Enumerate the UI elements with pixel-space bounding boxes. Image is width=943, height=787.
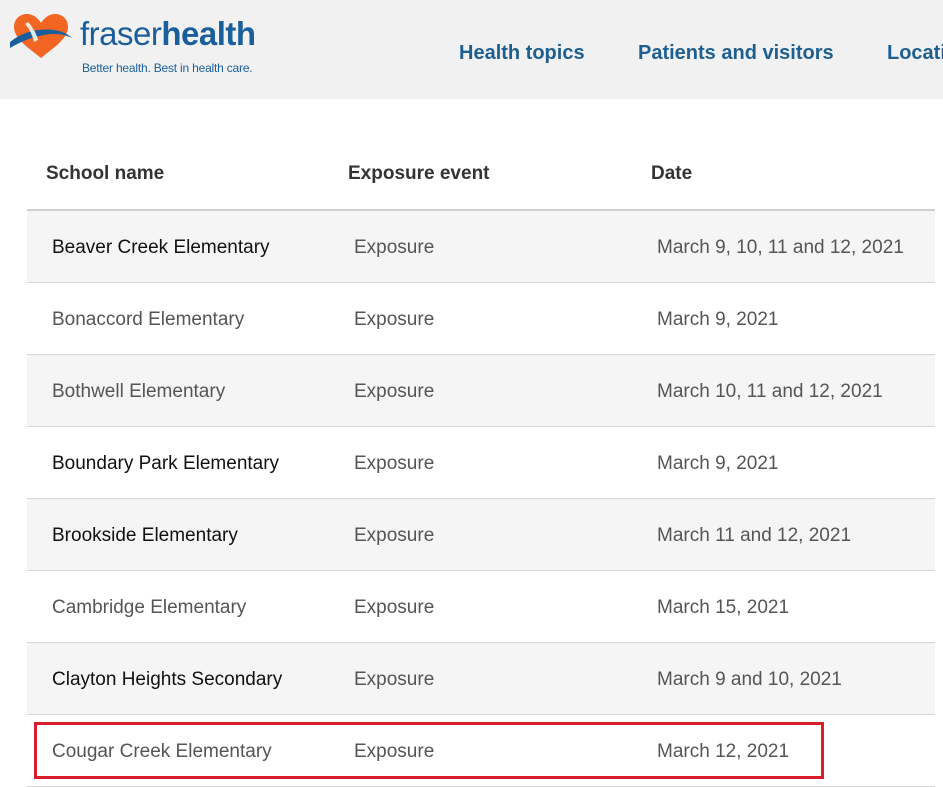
site-header: fraserhealth Better health. Best in heal…: [0, 0, 943, 99]
exposure-event-cell: Exposure: [354, 525, 435, 546]
table-header: School name Exposure event Date: [27, 136, 935, 211]
table-row: Cougar Creek Elementary Exposure March 1…: [27, 715, 935, 787]
table-row: Cambridge Elementary Exposure March 15, …: [27, 571, 935, 643]
school-name-cell: Bothwell Elementary: [52, 381, 226, 402]
fraserhealth-heart-logo-icon[interactable]: [8, 12, 74, 62]
brand-name[interactable]: fraserhealth: [80, 14, 256, 54]
school-name-cell: Clayton Heights Secondary: [52, 669, 283, 690]
exposure-event-cell: Exposure: [354, 453, 435, 474]
table-row: Beaver Creek Elementary Exposure March 9…: [27, 211, 935, 283]
exposure-event-cell: Exposure: [354, 381, 435, 402]
school-name-cell: Brookside Elementary: [52, 525, 238, 546]
date-cell: March 9, 10, 11 and 12, 2021: [657, 237, 904, 258]
exposure-event-cell: Exposure: [354, 669, 435, 690]
school-name-cell: Beaver Creek Elementary: [52, 237, 270, 258]
nav-health-topics[interactable]: Health topics: [459, 42, 585, 65]
school-exposures-table: School name Exposure event Date Beaver C…: [27, 136, 935, 787]
nav-patients-and-visitors[interactable]: Patients and visitors: [638, 42, 834, 65]
exposure-event-cell: Exposure: [354, 309, 435, 330]
column-header-date: Date: [651, 163, 693, 184]
table-row: Bonaccord Elementary Exposure March 9, 2…: [27, 283, 935, 355]
table-row: Bothwell Elementary Exposure March 10, 1…: [27, 355, 935, 427]
brand-name-part1: fraser: [80, 15, 162, 52]
date-cell: March 10, 11 and 12, 2021: [657, 381, 883, 402]
date-cell: March 11 and 12, 2021: [657, 525, 852, 546]
date-cell: March 15, 2021: [657, 597, 790, 618]
date-cell: March 12, 2021: [657, 741, 790, 762]
school-name-cell: Cambridge Elementary: [52, 597, 247, 618]
school-name-cell: Bonaccord Elementary: [52, 309, 245, 330]
date-cell: March 9 and 10, 2021: [657, 669, 842, 690]
table-row: Boundary Park Elementary Exposure March …: [27, 427, 935, 499]
school-name-cell: Boundary Park Elementary: [52, 453, 280, 474]
table-row: Brookside Elementary Exposure March 11 a…: [27, 499, 935, 571]
exposure-event-cell: Exposure: [354, 237, 435, 258]
date-cell: March 9, 2021: [657, 453, 779, 474]
brand-name-part2: health: [161, 15, 256, 52]
exposure-event-cell: Exposure: [354, 741, 435, 762]
column-header-school-name: School name: [46, 163, 165, 184]
school-name-cell: Cougar Creek Elementary: [52, 741, 272, 762]
date-cell: March 9, 2021: [657, 309, 779, 330]
exposure-event-cell: Exposure: [354, 597, 435, 618]
column-header-exposure-event: Exposure event: [348, 163, 490, 184]
brand-tagline: Better health. Best in health care.: [82, 61, 253, 75]
table-row: Clayton Heights Secondary Exposure March…: [27, 643, 935, 715]
nav-locations[interactable]: Locati: [887, 42, 943, 65]
